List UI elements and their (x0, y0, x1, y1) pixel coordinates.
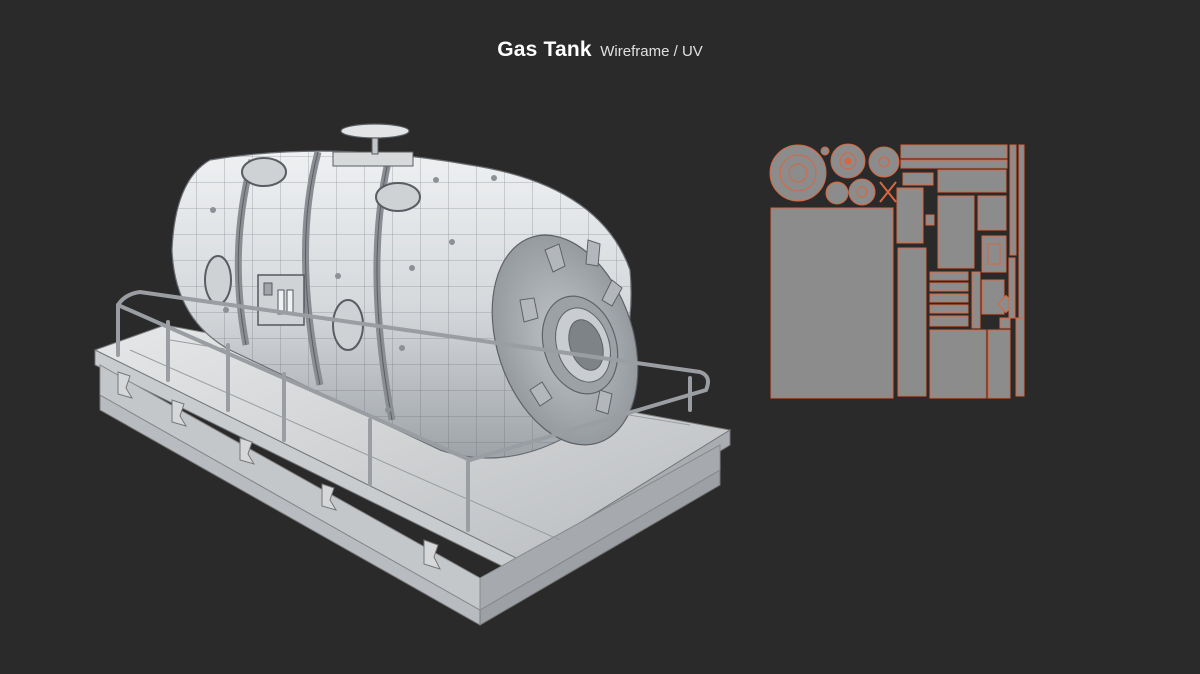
uv-strip-islands (896, 144, 1025, 399)
uv-large-panel (770, 207, 894, 399)
tank-top-valve (332, 123, 414, 167)
uv-circle-islands (769, 143, 900, 206)
render-canvas (93, 123, 1025, 626)
tank-control-panel (257, 274, 305, 326)
gas-tank-model (93, 123, 732, 626)
uv-layout (769, 143, 1025, 399)
